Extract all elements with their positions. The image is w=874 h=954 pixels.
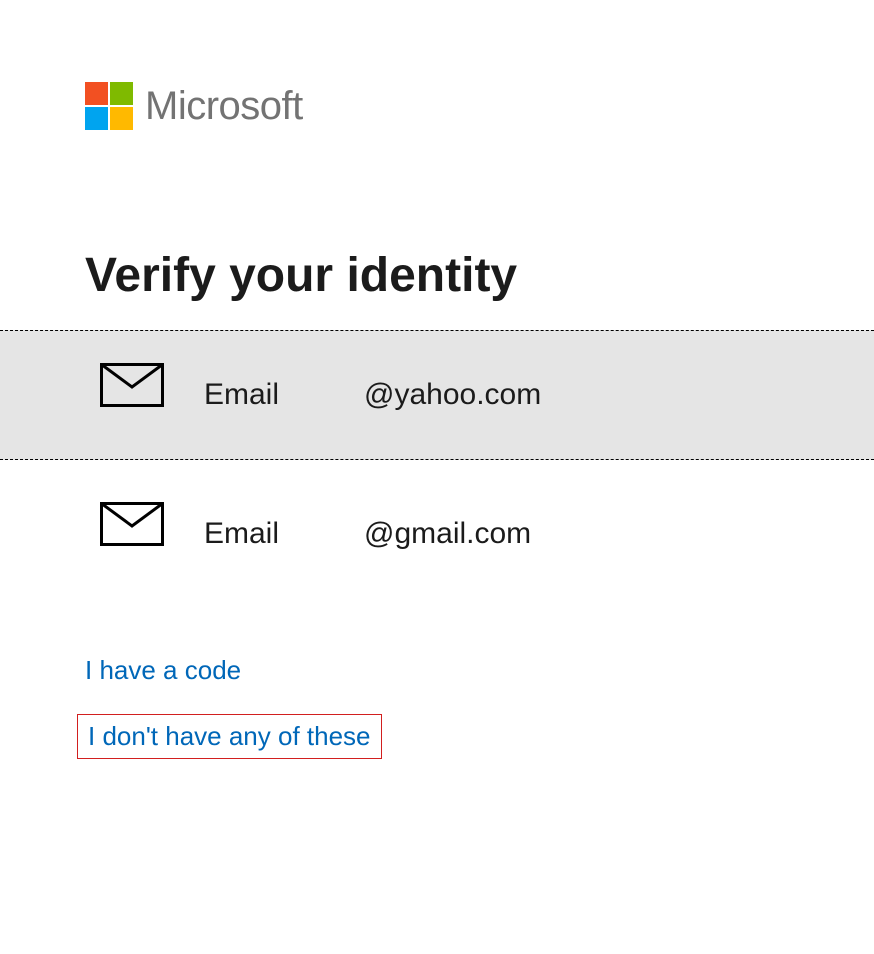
page-title: Verify your identity — [85, 248, 517, 303]
none-of-these-link[interactable]: I don't have any of these — [88, 721, 371, 751]
brand-logo: Microsoft — [85, 82, 303, 130]
none-of-these-highlight: I don't have any of these — [77, 714, 382, 759]
microsoft-logo-icon — [85, 82, 133, 130]
option-value: @gmail.com — [364, 517, 531, 551]
option-value: @yahoo.com — [364, 378, 541, 412]
mail-icon — [100, 363, 164, 427]
brand-name: Microsoft — [145, 84, 303, 129]
option-label: Email — [204, 378, 364, 412]
mail-icon — [100, 502, 164, 566]
verification-option-yahoo[interactable]: Email @yahoo.com — [0, 330, 874, 460]
have-code-link[interactable]: I have a code — [85, 655, 241, 686]
verification-option-gmail[interactable]: Email @gmail.com — [0, 469, 874, 599]
option-label: Email — [204, 517, 364, 551]
